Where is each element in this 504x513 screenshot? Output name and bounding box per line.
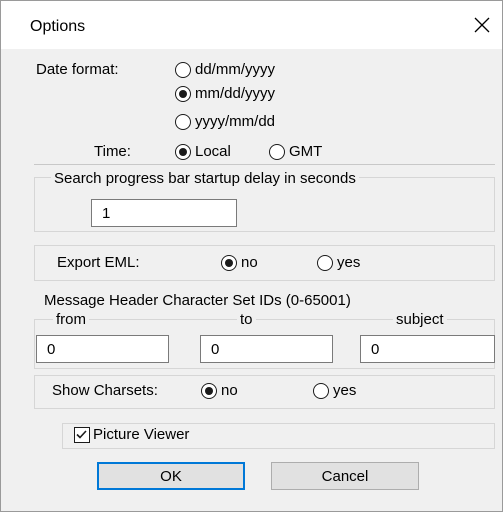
radio-show-charsets-yes[interactable] [313, 383, 329, 399]
radio-date-mmddyyyy-label: mm/dd/yyyy [195, 85, 276, 102]
checkmark-icon [76, 430, 87, 439]
radio-date-yyyymmdd-label: yyyy/mm/dd [195, 113, 276, 130]
radio-export-eml-yes[interactable] [317, 255, 333, 271]
radio-export-eml-yes-label: yes [337, 254, 361, 271]
radio-show-charsets-yes-label: yes [333, 382, 357, 399]
options-dialog: Options Date format: dd/mm/yyyy mm/dd/yy… [0, 0, 503, 512]
search-delay-input[interactable] [91, 199, 237, 227]
radio-date-ddmmyyyy[interactable] [175, 62, 191, 78]
picture-viewer-checkbox[interactable] [74, 427, 90, 443]
time-label: Time: [94, 143, 131, 160]
window-title: Options [30, 18, 86, 35]
charset-from-input[interactable] [36, 335, 169, 363]
radio-show-charsets-no-label: no [221, 382, 238, 399]
radio-time-local[interactable] [175, 144, 191, 160]
radio-date-ddmmyyyy-label: dd/mm/yyyy [195, 61, 276, 78]
export-eml-label: Export EML: [57, 254, 140, 271]
date-format-label: Date format: [36, 61, 119, 78]
charset-to-label: to [237, 311, 256, 329]
radio-export-eml-no[interactable] [221, 255, 237, 271]
close-button[interactable] [466, 11, 498, 39]
radio-time-local-label: Local [195, 143, 231, 160]
radio-time-gmt[interactable] [269, 144, 285, 160]
radio-time-gmt-label: GMT [289, 143, 323, 160]
charset-subject-label: subject [393, 311, 447, 329]
radio-show-charsets-no[interactable] [201, 383, 217, 399]
charset-subject-input[interactable] [360, 335, 495, 363]
charset-from-label: from [53, 311, 89, 329]
picture-viewer-label: Picture Viewer [93, 426, 190, 443]
cancel-button[interactable]: Cancel [271, 462, 419, 490]
show-charsets-label: Show Charsets: [52, 382, 158, 399]
ok-button[interactable]: OK [97, 462, 245, 490]
charset-to-input[interactable] [200, 335, 333, 363]
divider [34, 164, 495, 165]
title-bar[interactable]: Options [1, 1, 502, 49]
search-delay-label: Search progress bar startup delay in sec… [51, 170, 359, 188]
radio-export-eml-no-label: no [241, 254, 258, 271]
charset-ids-label: Message Header Character Set IDs (0-6500… [44, 292, 351, 309]
radio-date-yyyymmdd[interactable] [175, 114, 191, 130]
close-icon [474, 17, 490, 33]
radio-date-mmddyyyy[interactable] [175, 86, 191, 102]
